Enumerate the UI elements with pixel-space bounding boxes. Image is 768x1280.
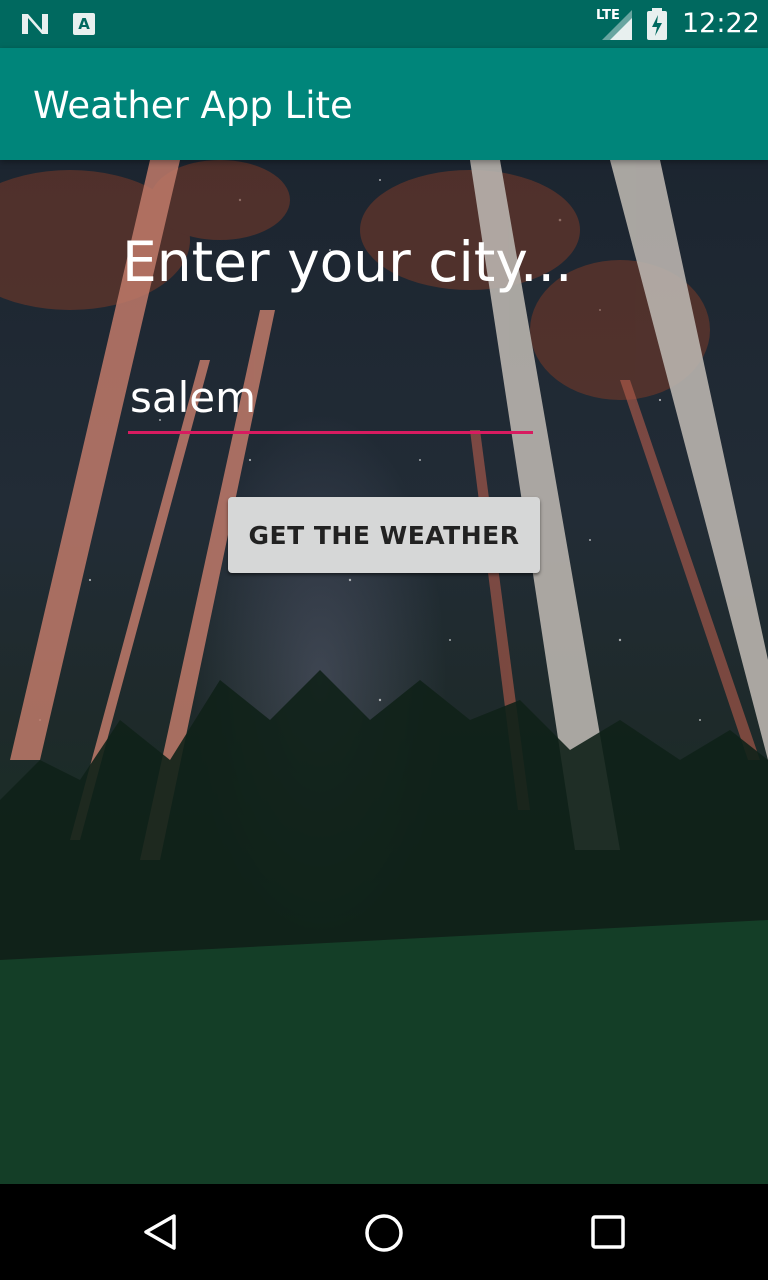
- battery-charging-icon: [647, 8, 667, 40]
- back-icon[interactable]: [140, 1212, 180, 1252]
- home-icon[interactable]: [363, 1212, 405, 1254]
- get-weather-button[interactable]: GET THE WEATHER: [228, 497, 540, 573]
- app-title: Weather App Lite: [33, 84, 353, 127]
- navigation-bar: [0, 1184, 768, 1280]
- clock: 12:22: [682, 8, 760, 39]
- city-input[interactable]: [128, 364, 533, 434]
- city-prompt-heading: Enter your city...: [122, 230, 573, 294]
- svg-text:A: A: [78, 15, 90, 33]
- cell-signal-icon: [602, 10, 632, 40]
- status-bar: A LTE 12:22: [0, 0, 768, 48]
- recents-icon[interactable]: [590, 1214, 626, 1250]
- a-notification-icon: A: [73, 13, 95, 35]
- n-logo-icon: [22, 14, 48, 34]
- night-forest-background-image: [0, 160, 768, 1184]
- main-content: Enter your city... GET THE WEATHER: [0, 160, 768, 1184]
- app-bar: Weather App Lite: [0, 48, 768, 160]
